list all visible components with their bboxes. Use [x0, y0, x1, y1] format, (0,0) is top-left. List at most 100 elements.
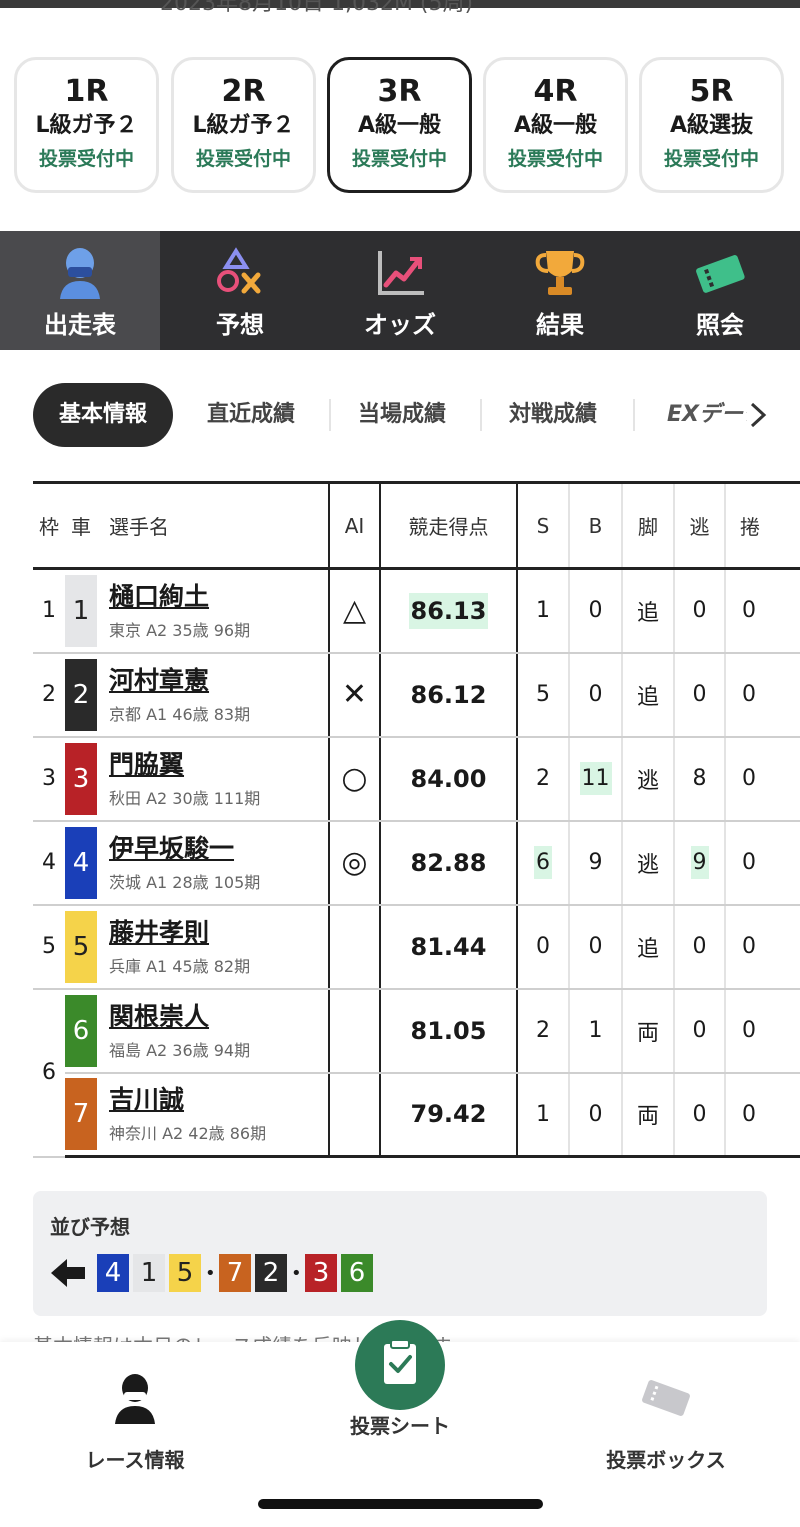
s-count: 0 [516, 904, 569, 990]
rider-name-link[interactable]: 門脇翼 [109, 749, 328, 781]
info-subtabs: 基本情報 直近成績 当場成績 対戦成績 EXデータ [33, 383, 800, 447]
car-number: 5 [65, 910, 97, 983]
ai-mark [328, 1072, 380, 1158]
rider-info: 茨城 A1 28歳 105期 [109, 872, 261, 892]
rider-name-link[interactable]: 河村章憲 [109, 665, 328, 697]
waku-number: 6 [33, 988, 65, 1158]
col-name: 選手名 [97, 481, 329, 570]
car-number: 6 [65, 994, 97, 1067]
race-status: 投票受付中 [38, 148, 134, 170]
score-cell: 79.42 [379, 1072, 517, 1158]
score-value: 81.05 [410, 1016, 487, 1045]
kyaku-type: 追 [621, 568, 674, 654]
lineup-car: 7 [219, 1254, 251, 1292]
car-cell: 3 [65, 736, 97, 822]
ai-mark [328, 988, 380, 1074]
makuri-count: 0 [724, 1072, 800, 1158]
makuri-count: 0 [724, 568, 800, 654]
rider-name-link[interactable]: 吉川誠 [109, 1084, 328, 1116]
rider-info: 兵庫 A1 45歳 82期 [109, 956, 251, 976]
bottom-tab-race-info[interactable]: レース情報 [15, 1370, 255, 1473]
nav-results[interactable]: 結果 [480, 231, 640, 350]
nav-label: オッズ [364, 311, 436, 339]
kyaku-type: 追 [621, 904, 674, 990]
nav-label: 予想 [216, 311, 264, 339]
rider-cell: 関根崇人 福島 A2 36歳 94期 [97, 988, 329, 1074]
makuri-count: 0 [724, 904, 800, 990]
trophy-icon [535, 251, 585, 295]
rider-name-link[interactable]: 樋口絢土 [109, 581, 328, 613]
table-row[interactable]: 1 1 樋口絢土 東京 A2 35歳 96期 △ 86.13 1 0 追 0 0 [33, 568, 800, 654]
race-card-4r[interactable]: 4R A級一般 投票受付中 [483, 57, 628, 193]
bottom-tab-vote-box[interactable]: 投票ボックス [546, 1370, 786, 1473]
car-number: 3 [65, 742, 97, 815]
makuri-count: 0 [724, 820, 800, 906]
b-count: 9 [568, 820, 622, 906]
rider-name-link[interactable]: 藤井孝則 [109, 917, 328, 949]
rider-name-link[interactable]: 伊早坂駿一 [109, 833, 328, 865]
score-cell: 84.00 [379, 736, 517, 822]
nav-entries[interactable]: 出走表 [0, 231, 160, 350]
car-number: 1 [65, 574, 97, 647]
race-status: 投票受付中 [351, 148, 447, 170]
col-car: 車 [65, 481, 97, 570]
race-card-1r[interactable]: 1R L級ガ予２ 投票受付中 [14, 57, 159, 193]
nige-count: 8 [673, 736, 725, 822]
nige-count: 0 [673, 988, 725, 1074]
ai-mark: ✕ [328, 652, 380, 738]
table-row[interactable]: 7 吉川誠 神奈川 A2 42歳 86期 79.42 1 0 両 0 0 [33, 1072, 800, 1158]
rider-icon [115, 1374, 155, 1424]
score-value: 79.42 [410, 1100, 487, 1129]
table-row[interactable]: 5 5 藤井孝則 兵庫 A1 45歳 82期 81.44 0 0 追 0 0 [33, 904, 800, 990]
b-count: 0 [568, 652, 622, 738]
lineup-car: 4 [97, 1254, 129, 1292]
odds-chart-icon [378, 251, 424, 295]
race-class: A級一般 [513, 113, 598, 138]
table-header-row: 枠 車 選手名 AI 競走得点 S B 脚 逃 捲 [33, 481, 800, 570]
nav-inquiry[interactable]: 照会 [640, 231, 800, 350]
rider-info: 東京 A2 35歳 96期 [109, 620, 251, 640]
nav-odds[interactable]: オッズ [320, 231, 480, 350]
bottom-tab-label: 投票シート [350, 1414, 450, 1438]
nav-prediction[interactable]: 予想 [160, 231, 320, 350]
score-cell: 81.44 [379, 904, 517, 990]
race-class: L級ガ予２ [35, 113, 138, 138]
race-card-3r[interactable]: 3R A級一般 投票受付中 [327, 57, 472, 193]
home-indicator [258, 1499, 543, 1509]
rider-name-link[interactable]: 関根崇人 [109, 1001, 328, 1033]
race-card-5r[interactable]: 5R A級選抜 投票受付中 [639, 57, 784, 193]
race-number: 4R [533, 74, 578, 109]
tab-basic-info[interactable]: 基本情報 [33, 383, 173, 447]
score-value: 86.12 [410, 680, 487, 709]
bottom-tab-vote-sheet[interactable]: 投票シート [280, 1410, 520, 1439]
ai-mark: ◎ [328, 820, 380, 906]
nige-count: 0 [673, 904, 725, 990]
race-card-2r[interactable]: 2R L級ガ予２ 投票受付中 [171, 57, 316, 193]
col-score: 競走得点 [379, 481, 517, 570]
waku-number: 4 [33, 820, 65, 906]
car-cell: 1 [65, 568, 97, 654]
table-row[interactable]: 3 3 門脇翼 秋田 A2 30歳 111期 ○ 84.00 2 11 逃 8 … [33, 736, 800, 822]
tab-track-results[interactable]: 当場成績 [358, 383, 446, 447]
tab-head-to-head[interactable]: 対戦成績 [509, 383, 597, 447]
score-value: 84.00 [410, 764, 487, 793]
ticket-icon [642, 1380, 690, 1416]
table-row[interactable]: 2 2 河村章憲 京都 A1 46歳 83期 ✕ 86.12 5 0 追 0 0 [33, 652, 800, 738]
race-class: A級選抜 [669, 113, 754, 138]
nige-count: 0 [673, 568, 725, 654]
table-row[interactable]: 4 4 伊早坂駿一 茨城 A1 28歳 105期 ◎ 82.88 6 9 逃 9… [33, 820, 800, 906]
lineup-prediction: 並び予想 4 1 5 • 7 2 • 3 6 [33, 1191, 767, 1316]
table-row[interactable]: 6 6 関根崇人 福島 A2 36歳 94期 81.05 2 1 両 0 0 [33, 988, 800, 1158]
col-kyaku: 脚 [621, 481, 674, 570]
rider-info: 福島 A2 36歳 94期 [109, 1040, 251, 1060]
tab-recent-results[interactable]: 直近成績 [207, 383, 295, 447]
ai-mark: △ [328, 568, 380, 654]
kyaku-type: 逃 [621, 820, 674, 906]
col-waku: 枠 [33, 481, 65, 570]
car-cell: 2 [65, 652, 97, 738]
chevron-right-icon[interactable] [746, 401, 770, 429]
tab-ex-data[interactable]: EXデータ [667, 383, 747, 447]
race-selector[interactable]: 1R L級ガ予２ 投票受付中 2R L級ガ予２ 投票受付中 3R A級一般 投票… [0, 55, 800, 197]
kyaku-type: 追 [621, 652, 674, 738]
vote-sheet-fab[interactable] [355, 1320, 445, 1410]
